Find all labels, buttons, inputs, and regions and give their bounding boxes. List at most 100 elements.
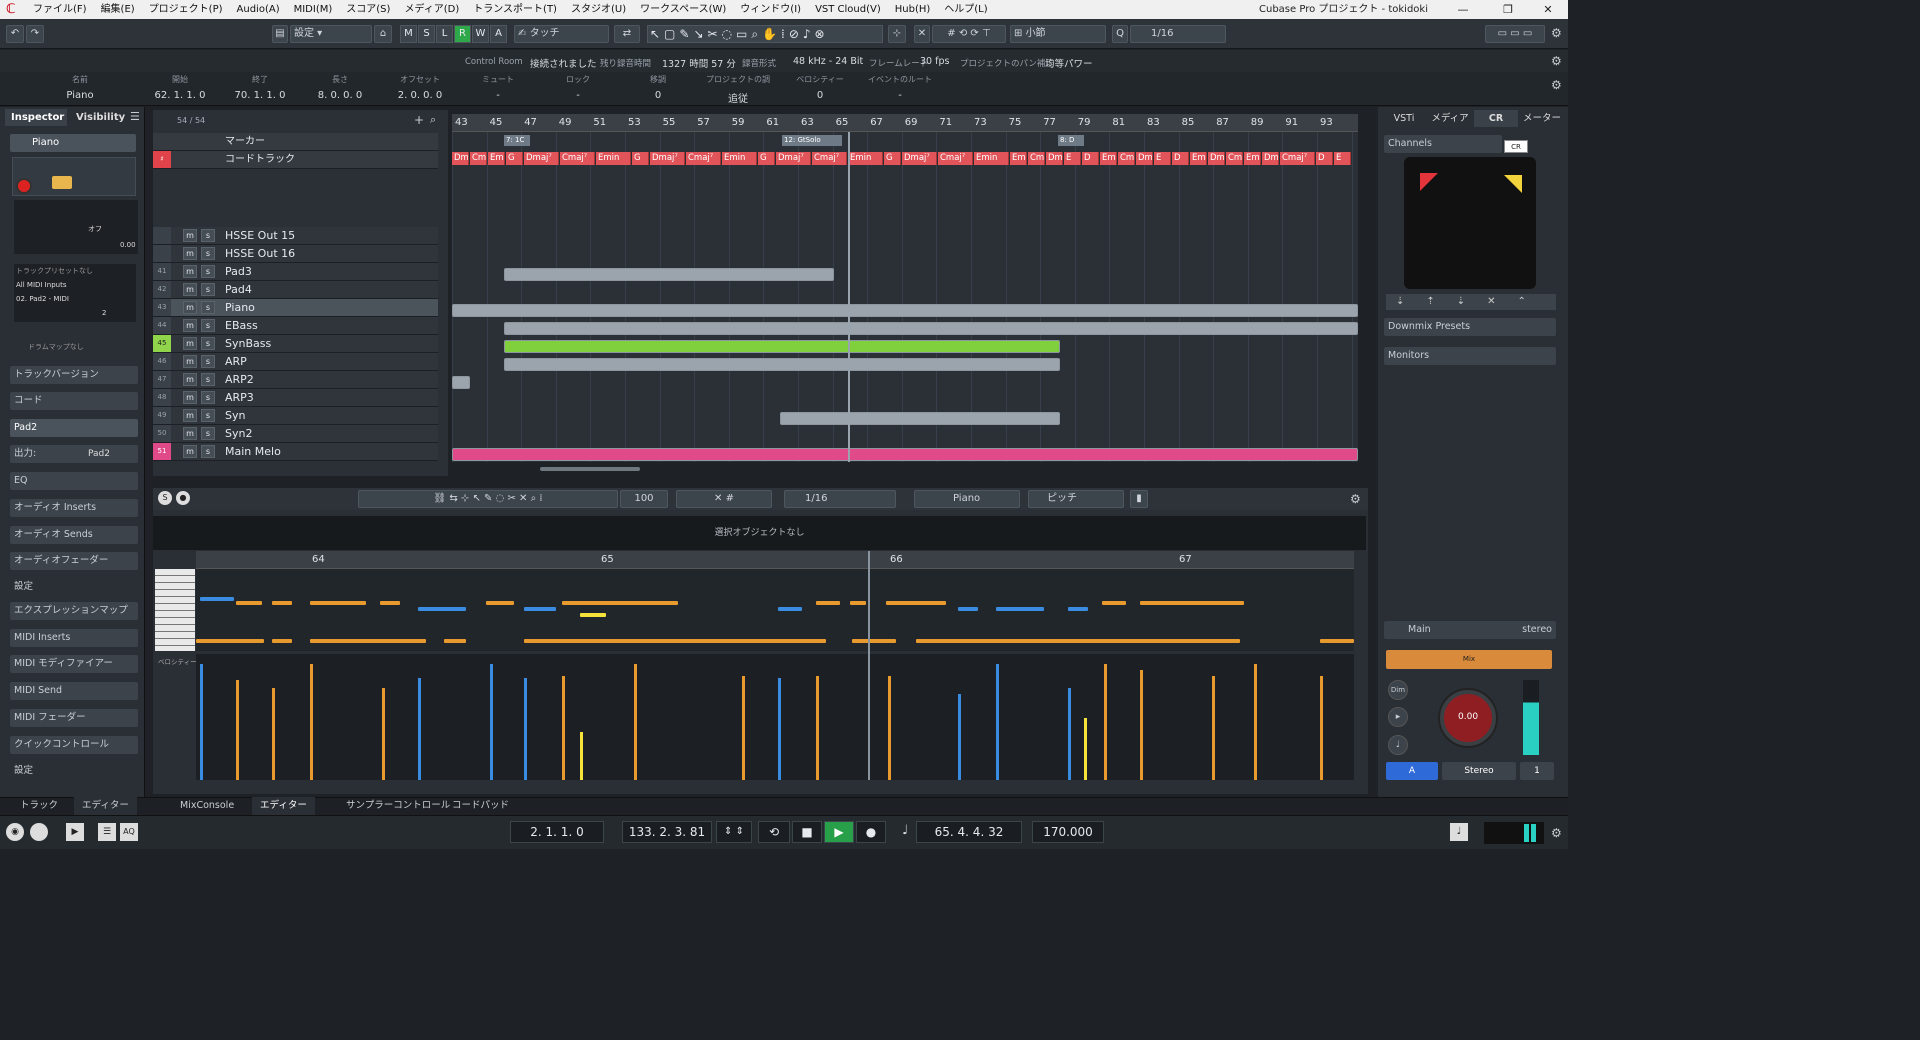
midi-note[interactable] (236, 601, 262, 605)
midi-note[interactable] (562, 601, 678, 605)
record-button[interactable]: ● (856, 821, 886, 843)
grid-type-dropdown[interactable]: ⊞ 小節 (1010, 25, 1106, 43)
grid-toggle[interactable]: ✕ (914, 25, 930, 43)
midi-note[interactable] (886, 601, 946, 605)
solo-button[interactable]: s (201, 373, 215, 386)
menu-item[interactable]: MIDI(M) (287, 0, 340, 19)
mode-button-w[interactable]: W (472, 25, 489, 43)
mute-button[interactable]: m (183, 265, 197, 278)
grid-snap[interactable]: # ⟲ ⟳ ⊤ (932, 25, 1006, 43)
editor-tools[interactable]: ⛓ ⇆ ⊹ ↖ ✎ ◌ ✂ ✕ ⌕ ⁞ (358, 490, 618, 508)
snap-toggle[interactable]: ⊹ (888, 25, 906, 43)
play-button[interactable]: ▶ (824, 821, 854, 843)
chord-event[interactable]: Cmi (1226, 152, 1243, 165)
mute-button[interactable]: m (183, 355, 197, 368)
chord-event[interactable]: Dmi (1046, 152, 1063, 165)
menu-item[interactable]: VST Cloud(V) (808, 0, 888, 19)
track-row[interactable]: 46 m s ARP (153, 353, 438, 371)
midi-note[interactable] (524, 607, 556, 611)
inspector-section[interactable]: クイックコントロール (10, 736, 138, 754)
midi-note[interactable] (1320, 639, 1354, 643)
midi-channel[interactable]: 2 (16, 306, 136, 320)
chord-event[interactable]: G (884, 152, 901, 165)
editor-ruler[interactable]: 64 65 66 67 (196, 551, 1354, 569)
chord-event[interactable]: Dmaj⁷ (776, 152, 811, 165)
mode-button-a[interactable]: A (490, 25, 507, 43)
mute-button[interactable]: m (183, 319, 197, 332)
chord-event[interactable]: G (632, 152, 649, 165)
stereo-button[interactable]: Stereo (1442, 762, 1516, 780)
inspector-section[interactable]: コード (10, 392, 138, 410)
settings-gear-icon[interactable]: ⚙ (1551, 26, 1562, 40)
right-zone-tab[interactable]: CR (1474, 110, 1518, 127)
track-row[interactable]: 49 m s Syn (153, 407, 438, 425)
inspector-section[interactable]: EQ (10, 472, 138, 490)
menu-item[interactable]: ファイル(F) (26, 0, 94, 19)
midi-note[interactable] (200, 597, 234, 601)
chord-event[interactable]: Dmaj⁷ (524, 152, 559, 165)
track-row[interactable]: 43 m s Piano (153, 299, 438, 317)
inspector-section[interactable]: MIDI Inserts (10, 629, 138, 647)
marker-event[interactable]: 7: 1C (504, 135, 530, 146)
close-button[interactable]: ✕ (1533, 0, 1563, 19)
inspector-section[interactable]: MIDI フェーダー (10, 709, 138, 727)
editor-expand-button[interactable]: ▮ (1130, 490, 1148, 508)
infobar-gear-icon[interactable]: ⚙ (1551, 54, 1562, 68)
chord-event[interactable]: Emin (722, 152, 757, 165)
solo-button[interactable]: s (201, 265, 215, 278)
midi-note[interactable] (272, 639, 292, 643)
midi-note[interactable] (524, 639, 826, 643)
zoom-dropdown[interactable]: 100 (620, 490, 668, 508)
solo-button[interactable]: s (201, 409, 215, 422)
midi-note[interactable] (486, 601, 514, 605)
dim-button[interactable]: Dim (1388, 680, 1408, 700)
menu-item[interactable]: 編集(E) (94, 0, 142, 19)
piano-keyboard[interactable] (155, 569, 195, 651)
velocity-bar[interactable] (200, 664, 203, 780)
midi-note[interactable] (310, 639, 426, 643)
chord-event[interactable]: Cmi (470, 152, 487, 165)
velocity-bar[interactable] (816, 676, 819, 780)
punch-icon[interactable]: ☰ (98, 823, 116, 841)
one-button[interactable]: 1 (1520, 762, 1554, 780)
channels-section[interactable]: Channels (1384, 135, 1502, 153)
track-row[interactable]: 42 m s Pad4 (153, 281, 438, 299)
midi-note[interactable] (444, 639, 466, 643)
locator-buttons[interactable]: ⇕ ⇕ (716, 821, 752, 843)
midi-part[interactable] (452, 304, 1358, 317)
mute-button[interactable]: m (183, 445, 197, 458)
downmix-presets-section[interactable]: Downmix Presets (1384, 318, 1556, 336)
chord-event[interactable]: E (1064, 152, 1081, 165)
midi-note[interactable] (850, 601, 866, 605)
solo-button[interactable]: s (201, 283, 215, 296)
chord-event[interactable]: Emin (974, 152, 1009, 165)
info-value[interactable]: 追従 (698, 90, 778, 105)
mute-button[interactable]: m (183, 373, 197, 386)
record-mode-button[interactable]: ● (176, 491, 190, 505)
track-row[interactable]: 41 m s Pad3 (153, 263, 438, 281)
search-icon[interactable]: ⌕ (430, 113, 436, 127)
chord-event[interactable]: Emin (848, 152, 883, 165)
mute-button[interactable]: m (183, 427, 197, 440)
chord-event[interactable]: Dmi (452, 152, 469, 165)
arrange-ruler[interactable]: 43 45 47 49 51 53 55 57 59 61 63 65 67 69 71 73 75 77 79 81… (452, 114, 1358, 132)
info-value[interactable]: 0 (618, 90, 698, 101)
info-value[interactable]: 8. 0. 0. 0 (300, 90, 380, 101)
marker-event[interactable]: 12: GtSolo (782, 135, 842, 146)
velocity-bar[interactable] (1320, 676, 1323, 780)
track-row[interactable]: 44 m s EBass (153, 317, 438, 335)
chord-event[interactable]: Dmi (1208, 152, 1225, 165)
chord-event[interactable]: Cmaj⁷ (1280, 152, 1315, 165)
left-locator[interactable]: 2. 1. 1. 0 (510, 821, 604, 843)
menu-item[interactable]: スコア(S) (339, 0, 397, 19)
midi-part[interactable] (504, 322, 1358, 335)
midi-note[interactable] (1068, 607, 1088, 611)
velocity-bar[interactable] (562, 676, 565, 780)
midi-part[interactable] (780, 412, 1060, 425)
velocity-bar[interactable] (1140, 670, 1143, 780)
chord-event[interactable]: D (1172, 152, 1189, 165)
automation-mode-dropdown[interactable]: ✍ タッチ (514, 25, 609, 43)
midi-note[interactable] (380, 601, 400, 605)
chord-event[interactable]: G (758, 152, 775, 165)
inspector-track-header[interactable]: Piano (10, 134, 136, 152)
